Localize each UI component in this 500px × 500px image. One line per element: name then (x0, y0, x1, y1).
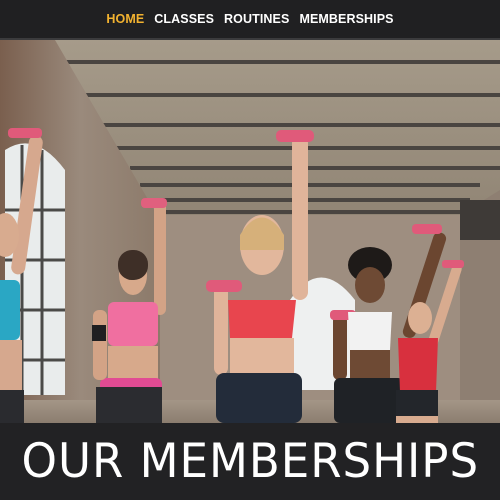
memberships-banner: OUR MEMBERSHIPS (0, 423, 500, 500)
nav-item-memberships[interactable]: MEMBERSHIPS (299, 12, 393, 26)
fitness-class-illustration (0, 40, 500, 423)
nav-item-classes[interactable]: CLASSES (154, 12, 214, 26)
banner-title: OUR MEMBERSHIPS (21, 434, 479, 489)
nav-item-home[interactable]: HOME (106, 12, 144, 26)
main-navigation: HOME CLASSES ROUTINES MEMBERSHIPS (0, 0, 500, 38)
nav-item-routines[interactable]: ROUTINES (224, 12, 289, 26)
hero-image (0, 40, 500, 423)
